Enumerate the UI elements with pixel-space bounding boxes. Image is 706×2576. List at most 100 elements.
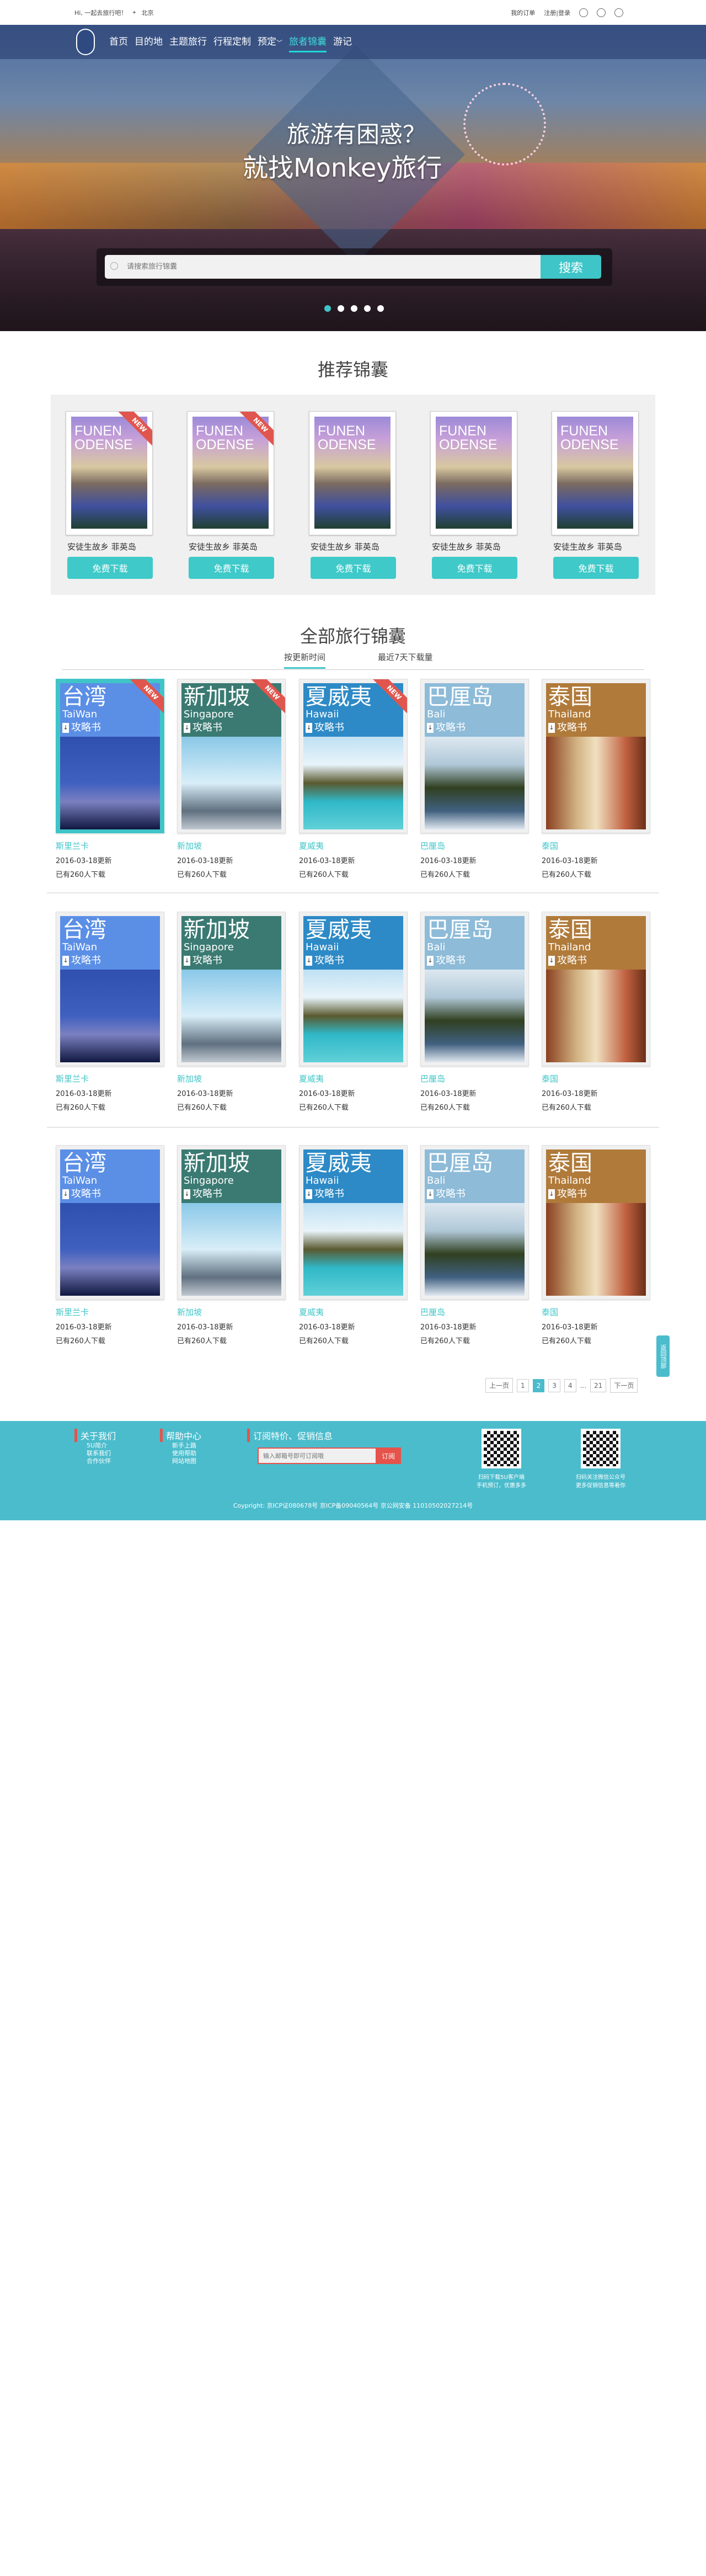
guide-cover[interactable]: 新加坡 Singapore ↓ 攻略书 [177,1145,286,1300]
guide-title[interactable]: 泰国 [542,840,650,851]
guide-title[interactable]: 夏威夷 [299,1306,408,1318]
guide-cover[interactable]: 夏威夷 Hawaii ↓ 攻略书 NEW [299,679,408,833]
free-download-button[interactable]: 免费下载 [189,557,274,579]
carousel-dot[interactable] [324,305,331,312]
subscribe-button[interactable]: 订阅 [376,1447,401,1464]
free-download-button[interactable]: 免费下载 [553,557,639,579]
guide-cover[interactable]: 巴厘岛 Bali ↓ 攻略书 [420,1145,529,1300]
guide-name[interactable]: 安徒生故乡 菲英岛 [189,541,274,552]
my-orders-link[interactable]: 我的订单 [511,8,535,17]
tab-weekly-downloads[interactable]: 最近7天下载量 [378,651,433,667]
cover-subtitle: ODENSE [560,437,619,453]
tab-update-time[interactable]: 按更新时间 [284,651,326,669]
footer-link[interactable]: 新手上路 [172,1442,201,1450]
guide-cover[interactable]: 泰国 Thailand ↓ 攻略书 [542,1145,650,1300]
guide-title[interactable]: 新加坡 [177,1306,286,1318]
cover-header: 新加坡 Singapore ↓ 攻略书 [181,1149,281,1203]
guide-name[interactable]: 安徒生故乡 菲英岛 [67,541,153,552]
guide-title[interactable]: 巴厘岛 [420,1306,529,1318]
update-date: 2016-03-18更新 [56,1090,112,1098]
nav-custom-trip[interactable]: 行程定制 [213,34,251,52]
free-download-button[interactable]: 免费下载 [311,557,396,579]
search-button[interactable]: 搜索 [541,255,601,279]
nav-theme-travel[interactable]: 主题旅行 [169,34,207,52]
guide-cover[interactable]: 巴厘岛 Bali ↓ 攻略书 [420,912,529,1066]
footer-link[interactable]: 5U简介 [87,1442,116,1450]
guide-card: 巴厘岛 Bali ↓ 攻略书 巴厘岛 2016-03-18更新 已有260人下载 [420,912,529,1112]
guide-cover[interactable]: 台湾 TaiWan ↓ 攻略书 [56,1145,164,1300]
guide-title[interactable]: 泰国 [542,1306,650,1318]
guide-title[interactable]: 新加坡 [177,840,286,851]
carousel-dot[interactable] [351,305,357,312]
download-icon: ↓ [427,956,434,966]
download-count: 已有260人下载 [542,871,591,879]
guide-cover[interactable]: FUNEN ODENSE NEW [187,411,274,535]
subscribe-email-input[interactable] [259,1449,375,1463]
login-link[interactable]: 注册|登录 [544,8,570,17]
footer-link[interactable]: 合作伙伴 [87,1457,116,1465]
guide-cover[interactable]: FUNEN ODENSE [552,411,639,535]
guide-title[interactable]: 新加坡 [177,1073,286,1084]
guide-title[interactable]: 巴厘岛 [420,1073,529,1084]
footer-link[interactable]: 联系我们 [87,1450,116,1457]
footer-link[interactable]: 网站地图 [172,1457,201,1465]
guide-cover[interactable]: 新加坡 Singapore ↓ 攻略书 [177,912,286,1066]
guide-cover[interactable]: FUNEN ODENSE [430,411,517,535]
guide-name[interactable]: 安徒生故乡 菲英岛 [432,541,517,552]
weibo-icon[interactable] [614,8,623,17]
free-download-button[interactable]: 免费下载 [432,557,517,579]
nav-travelogue[interactable]: 游记 [333,34,352,52]
guide-name[interactable]: 安徒生故乡 菲英岛 [311,541,396,552]
page-1[interactable]: 1 [517,1379,529,1392]
nav-booking[interactable]: 预定﹀ [258,34,282,52]
guide-card: 新加坡 Singapore ↓ 攻略书 新加坡 2016-03-18更新 已有26… [177,1145,286,1345]
cover-en-title: Singapore [184,709,234,720]
nav-home[interactable]: 首页 [109,34,128,52]
download-count: 已有260人下载 [542,1104,591,1112]
guide-cover[interactable]: 泰国 Thailand ↓ 攻略书 [542,912,650,1066]
search-input[interactable] [105,255,541,279]
prev-page-button[interactable]: 上一页 [485,1378,514,1393]
hero-slogan-1: 旅游有困惑？ [287,121,426,148]
guide-title[interactable]: 斯里兰卡 [56,1306,164,1318]
guide-title[interactable]: 夏威夷 [299,1073,408,1084]
cover-image: FUNEN ODENSE [557,417,633,529]
download-icon: ↓ [548,956,555,966]
carousel-dot[interactable] [364,305,371,312]
guide-cover[interactable]: 泰国 Thailand ↓ 攻略书 [542,679,650,833]
guide-name[interactable]: 安徒生故乡 菲英岛 [553,541,639,552]
page-3[interactable]: 3 [548,1379,560,1392]
free-download-button[interactable]: 免费下载 [67,557,153,579]
footer-link[interactable]: 使用帮助 [172,1450,201,1457]
wechat-icon[interactable] [597,8,606,17]
guide-cover[interactable]: 巴厘岛 Bali ↓ 攻略书 [420,679,529,833]
nav-destination[interactable]: 目的地 [135,34,163,52]
download-icon: ↓ [306,956,312,966]
guide-cover[interactable]: 新加坡 Singapore ↓ 攻略书 NEW [177,679,286,833]
guide-cover[interactable]: FUNEN ODENSE NEW [66,411,153,535]
carousel-dot[interactable] [377,305,384,312]
guide-cover[interactable]: 夏威夷 Hawaii ↓ 攻略书 [299,1145,408,1300]
guide-title[interactable]: 斯里兰卡 [56,840,164,851]
guide-cover[interactable]: 夏威夷 Hawaii ↓ 攻略书 [299,912,408,1066]
guide-title[interactable]: 泰国 [542,1073,650,1084]
guide-cover[interactable]: 台湾 TaiWan ↓ 攻略书 [56,912,164,1066]
page-4[interactable]: 4 [564,1379,576,1392]
cover-en-title: Singapore [184,941,234,953]
guide-label: 攻略书 [557,1188,587,1200]
location-link[interactable]: 北京 [142,8,154,17]
page-2[interactable]: 2 [532,1379,545,1392]
back-to-top-button[interactable]: 返回顶部 [656,1335,670,1377]
nav-guides[interactable]: 旅者锦囊 [289,34,327,52]
page-21[interactable]: 21 [590,1379,607,1392]
guide-title[interactable]: 巴厘岛 [420,840,529,851]
guide-cover[interactable]: FUNEN ODENSE [309,411,396,535]
next-page-button[interactable]: 下一页 [610,1378,638,1393]
carousel-dot[interactable] [338,305,344,312]
guide-title[interactable]: 斯里兰卡 [56,1073,164,1084]
site-logo[interactable] [76,29,95,55]
guide-title[interactable]: 夏威夷 [299,840,408,851]
qq-icon[interactable] [579,8,588,17]
guide-cover[interactable]: 台湾 TaiWan ↓ 攻略书 NEW [56,679,164,833]
cover-photo [60,1203,160,1296]
